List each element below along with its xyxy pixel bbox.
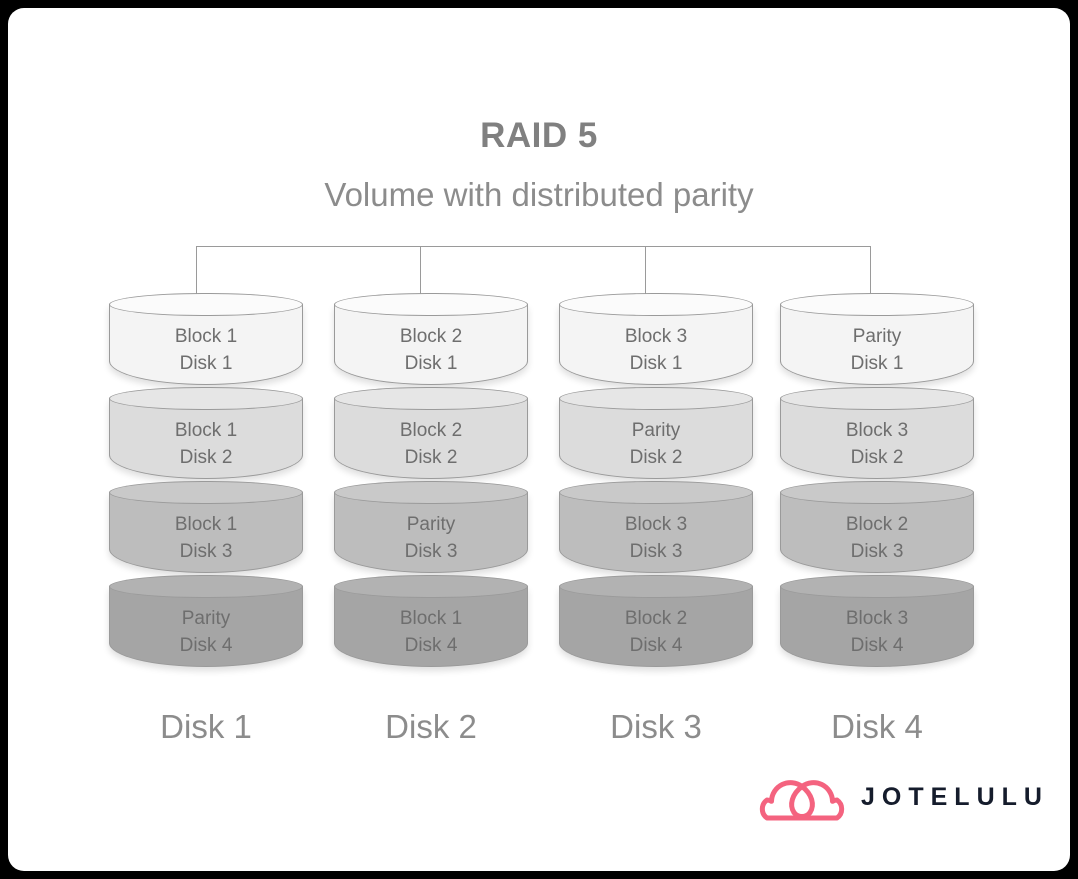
disk-name-labels: Disk 1 Disk 2 Disk 3 Disk 4: [8, 708, 1070, 764]
diagram-card: RAID 5 Volume with distributed parity Bl…: [8, 8, 1070, 871]
cylinder-cap: [780, 387, 974, 410]
cloud-icon: [756, 774, 848, 824]
cylinder-cap: [559, 387, 753, 410]
tier-label: Parity Disk 2: [629, 420, 683, 468]
disk-tier[interactable]: Block 3 Disk 1: [559, 293, 753, 385]
page-subtitle: Volume with distributed parity: [324, 176, 754, 213]
disk-name-label: Disk 3: [610, 708, 702, 745]
disk-tier[interactable]: Block 1 Disk 1: [109, 293, 303, 385]
connector-horizontal-bar: [196, 246, 871, 247]
cylinder-cap: [109, 293, 303, 316]
disk-tier[interactable]: Block 1 Disk 2: [109, 387, 303, 479]
disk-tier[interactable]: Block 1 Disk 4: [334, 575, 528, 667]
disk-name-label: Disk 1: [160, 708, 252, 745]
disk-tier[interactable]: Block 2 Disk 2: [334, 387, 528, 479]
disk-tier[interactable]: Block 2 Disk 3: [780, 481, 974, 573]
tier-label: Block 1 Disk 4: [399, 608, 463, 656]
disk-column-3: Block 3 Disk 1 Parity Disk 2 Block 3 Dis…: [559, 293, 753, 673]
tier-label: Block 3 Disk 2: [845, 420, 909, 468]
disk-tier[interactable]: Block 2 Disk 1: [334, 293, 528, 385]
disk-tier[interactable]: Parity Disk 2: [559, 387, 753, 479]
disk-tier[interactable]: Parity Disk 1: [780, 293, 974, 385]
tier-label: Parity Disk 4: [179, 608, 233, 656]
tier-label: Block 2 Disk 4: [624, 608, 688, 656]
disk-tier[interactable]: Block 3 Disk 3: [559, 481, 753, 573]
brand-logo: JOTELULU: [756, 770, 1046, 828]
cylinder-cap: [334, 575, 528, 598]
cylinder-cap: [559, 293, 753, 316]
disk-tier[interactable]: Parity Disk 3: [334, 481, 528, 573]
tier-label: Block 1 Disk 1: [174, 326, 238, 374]
disk-columns: Block 1 Disk 1 Block 1 Disk 2 Block 1 Di…: [8, 293, 1070, 673]
tier-label: Block 3 Disk 1: [624, 326, 688, 374]
disk-name-label: Disk 2: [385, 708, 477, 745]
tier-label: Block 2 Disk 3: [845, 514, 909, 562]
disk-column-2: Block 2 Disk 1 Block 2 Disk 2 Parity Dis…: [334, 293, 528, 673]
disk-tier[interactable]: Block 3 Disk 4: [780, 575, 974, 667]
disk-column-1: Block 1 Disk 1 Block 1 Disk 2 Block 1 Di…: [109, 293, 303, 673]
cylinder-cap: [334, 481, 528, 504]
cylinder-cap: [334, 293, 528, 316]
disk-column-4: Parity Disk 1 Block 3 Disk 2 Block 2 Dis…: [780, 293, 974, 673]
cylinder-cap: [334, 387, 528, 410]
tier-label: Block 1 Disk 3: [174, 514, 238, 562]
tier-label: Block 3 Disk 3: [624, 514, 688, 562]
cylinder-cap: [780, 481, 974, 504]
disk-name-label: Disk 4: [831, 708, 923, 745]
disk-tier[interactable]: Block 3 Disk 2: [780, 387, 974, 479]
tier-label: Parity Disk 3: [404, 514, 458, 562]
cylinder-cap: [109, 481, 303, 504]
disk-tier[interactable]: Block 2 Disk 4: [559, 575, 753, 667]
disk-tier[interactable]: Block 1 Disk 3: [109, 481, 303, 573]
page-title: RAID 5: [480, 116, 598, 155]
cylinder-cap: [559, 575, 753, 598]
tier-label: Block 2 Disk 1: [399, 326, 463, 374]
tier-label: Block 1 Disk 2: [174, 420, 238, 468]
cylinder-cap: [780, 575, 974, 598]
cylinder-cap: [109, 575, 303, 598]
tier-label: Parity Disk 1: [850, 326, 904, 374]
tier-label: Block 3 Disk 4: [845, 608, 909, 656]
cylinder-cap: [559, 481, 753, 504]
disk-tier[interactable]: Parity Disk 4: [109, 575, 303, 667]
tier-label: Block 2 Disk 2: [399, 420, 463, 468]
cylinder-cap: [109, 387, 303, 410]
logo-wordmark: JOTELULU: [861, 783, 1049, 811]
cylinder-cap: [780, 293, 974, 316]
